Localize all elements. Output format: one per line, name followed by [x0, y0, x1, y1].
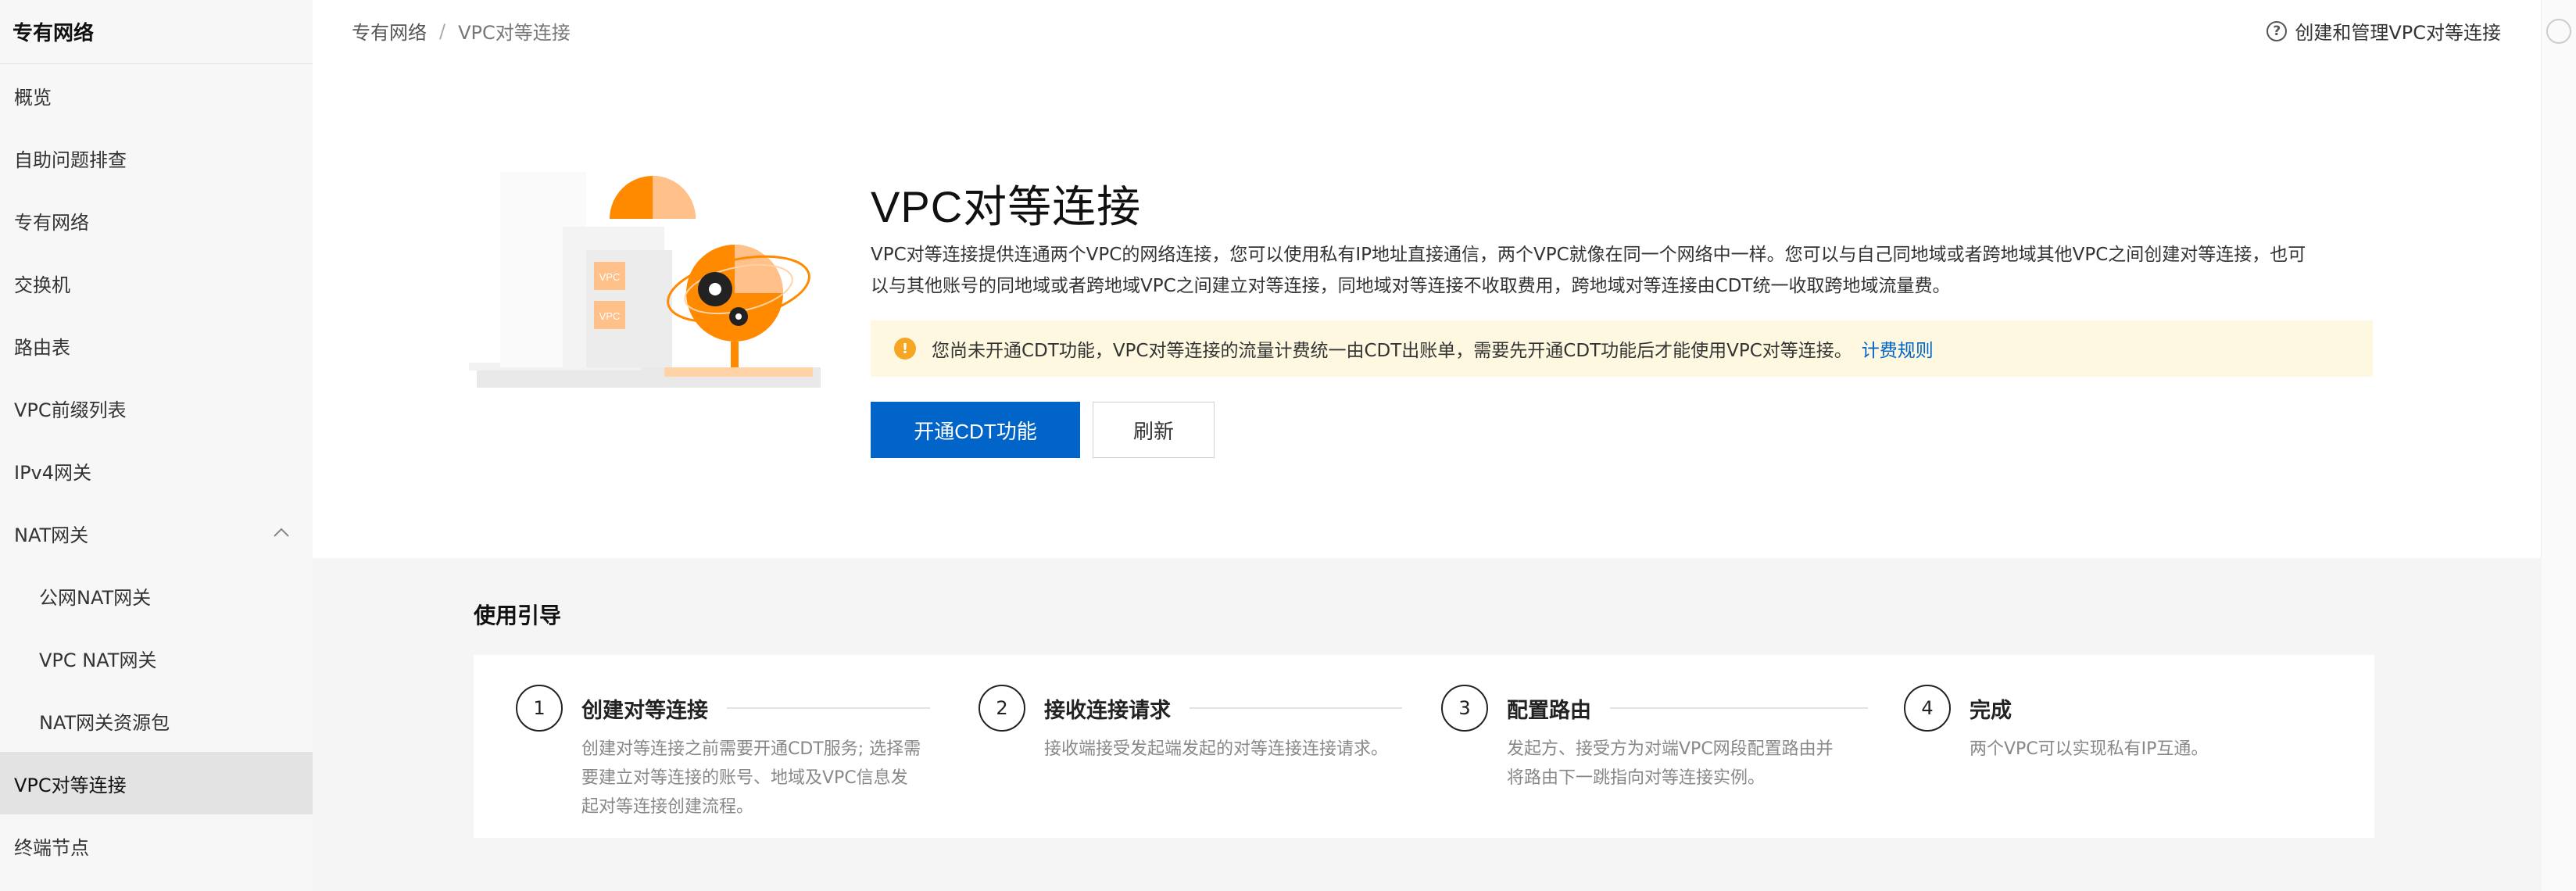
step-description-line: 起对等连接创建流程。: [581, 797, 754, 817]
breadcrumb-current: VPC对等连接: [458, 22, 571, 44]
help-link-label: 创建和管理VPC对等连接: [2295, 22, 2501, 44]
step-title: 接收连接请求: [1044, 698, 1171, 723]
guide-step: 2 接收连接请求 接收端接受发起端发起的对等连接连接请求。: [979, 685, 1416, 764]
sidebar-item-nat-gateway[interactable]: NAT网关: [0, 502, 313, 564]
enable-cdt-button[interactable]: 开通CDT功能: [871, 402, 1080, 458]
sidebar-item-overview[interactable]: 概览: [0, 64, 313, 127]
sidebar-item-public-nat[interactable]: 公网NAT网关: [0, 564, 313, 627]
page-title: VPC对等连接: [871, 182, 1142, 231]
step-description-line: 将路由下一跳指向对等连接实例。: [1507, 768, 1766, 788]
step-title: 完成: [1970, 698, 2012, 723]
sidebar-item-ipv4-gateway[interactable]: IPv4网关: [0, 439, 313, 502]
notice-text: 您尚未开通CDT功能，VPC对等连接的流量计费统一由CDT出账单，需要先开通CD…: [932, 341, 1852, 361]
illustration-vpc-label-1: VPC: [599, 271, 621, 283]
step-description-line: 发起方、接受方为对端VPC网段配置路由并: [1507, 739, 1834, 759]
right-rail: [2541, 0, 2576, 891]
step-number: 4: [1904, 685, 1951, 732]
guide-step: 1 创建对等连接 创建对等连接之前需要开通CDT服务; 选择需 要建立对等连接的…: [516, 685, 953, 821]
step-description-line: 要建立对等连接的账号、地域及VPC信息发: [581, 768, 908, 788]
exclamation-circle-icon: !: [894, 338, 916, 360]
sidebar-item-prefix-list[interactable]: VPC前缀列表: [0, 377, 313, 439]
sidebar-item-endpoint[interactable]: 终端节点: [0, 814, 313, 877]
help-link[interactable]: ? 创建和管理VPC对等连接: [2267, 17, 2501, 45]
refresh-button[interactable]: 刷新: [1093, 402, 1215, 458]
sidebar-item-label: NAT网关: [14, 524, 89, 546]
step-connector: [1190, 707, 1402, 709]
step-connector: [1610, 707, 1868, 709]
sidebar-item-route-table[interactable]: 路由表: [0, 314, 313, 377]
sidebar-item-vpc-nat[interactable]: VPC NAT网关: [0, 627, 313, 689]
step-connector: [727, 707, 930, 709]
step-description-line: 两个VPC可以实现私有IP互通。: [1970, 739, 2209, 759]
guide-step: 4 完成 两个VPC可以实现私有IP互通。: [1904, 685, 2342, 764]
sidebar-item-vpc-peering[interactable]: VPC对等连接: [0, 752, 313, 814]
sidebar-item-vpc[interactable]: 专有网络: [0, 189, 313, 252]
sidebar-item-troubleshoot[interactable]: 自助问题排查: [0, 127, 313, 189]
step-description: 接收端接受发起端发起的对等连接连接请求。: [1044, 735, 1416, 764]
usage-guide-title: 使用引导: [474, 603, 562, 628]
breadcrumb: 专有网络 / VPC对等连接: [352, 17, 571, 45]
usage-guide-section: 使用引导 1 创建对等连接 创建对等连接之前需要开通CDT服务; 选择需 要建立…: [313, 558, 2542, 891]
question-circle-icon: ?: [2267, 20, 2288, 41]
step-description: 创建对等连接之前需要开通CDT服务; 选择需 要建立对等连接的账号、地域及VPC…: [581, 735, 953, 821]
sidebar-item-vswitch[interactable]: 交换机: [0, 252, 313, 314]
cdt-notice: ! 您尚未开通CDT功能，VPC对等连接的流量计费统一由CDT出账单，需要先开通…: [871, 320, 2373, 377]
sidebar-title: 专有网络: [0, 0, 313, 64]
sidebar: 专有网络 概览 自助问题排查 专有网络 交换机 路由表 VPC前缀列表 IPv4…: [0, 0, 313, 891]
breadcrumb-separator: /: [439, 20, 446, 42]
guide-step: 3 配置路由 发起方、接受方为对端VPC网段配置路由并 将路由下一跳指向对等连接…: [1441, 685, 1879, 793]
vpc-peering-illustration: VPC VPC: [469, 172, 821, 388]
billing-rules-link[interactable]: 计费规则: [1862, 335, 1934, 362]
page-description: VPC对等连接提供连通两个VPC的网络连接，您可以使用私有IP地址直接通信，两个…: [871, 239, 2387, 302]
description-line: 以与其他账号的同地域或者跨地域VPC之间建立对等连接，同地域对等连接不收取费用，…: [871, 276, 1951, 296]
step-description-line: 创建对等连接之前需要开通CDT服务; 选择需: [581, 739, 921, 759]
chevron-up-icon[interactable]: [272, 524, 291, 542]
step-number: 1: [516, 685, 563, 732]
step-description: 两个VPC可以实现私有IP互通。: [1970, 735, 2342, 764]
step-description: 发起方、接受方为对端VPC网段配置路由并 将路由下一跳指向对等连接实例。: [1507, 735, 1879, 793]
breadcrumb-root[interactable]: 专有网络: [352, 17, 427, 45]
illustration-vpc-label-2: VPC: [599, 310, 621, 322]
step-number: 3: [1441, 685, 1488, 732]
step-description-line: 接收端接受发起端发起的对等连接连接请求。: [1044, 739, 1389, 759]
step-number: 2: [979, 685, 1025, 732]
sidebar-item-nat-package[interactable]: NAT网关资源包: [0, 689, 313, 752]
usage-guide-card: 1 创建对等连接 创建对等连接之前需要开通CDT服务; 选择需 要建立对等连接的…: [474, 655, 2374, 838]
step-title: 配置路由: [1507, 698, 1591, 723]
description-line: VPC对等连接提供连通两个VPC的网络连接，您可以使用私有IP地址直接通信，两个…: [871, 245, 2306, 265]
assistant-icon[interactable]: [2546, 19, 2571, 44]
step-title: 创建对等连接: [581, 698, 708, 723]
